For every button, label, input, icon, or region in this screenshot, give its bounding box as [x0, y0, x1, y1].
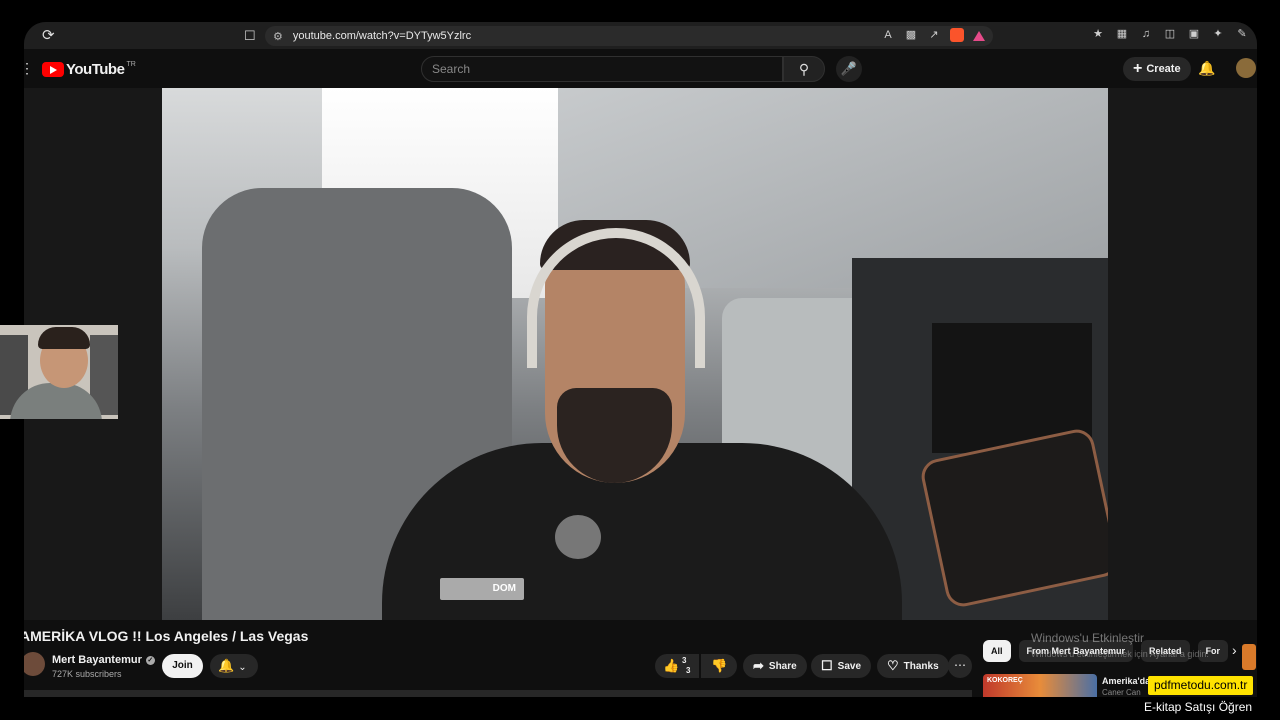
subscriber-count: 727K subscribers	[52, 669, 122, 679]
like-button[interactable]: 👍 3 3	[655, 654, 699, 678]
description-box[interactable]	[24, 690, 972, 697]
picture-in-picture-overlay	[0, 325, 118, 419]
music-icon[interactable]: ♫	[1139, 27, 1153, 41]
voice-search-button[interactable]: 🎤	[836, 56, 862, 82]
plus-icon: +	[1133, 60, 1143, 77]
create-label: Create	[1146, 63, 1181, 75]
lapel-microphone	[555, 515, 601, 559]
youtube-play-icon	[42, 62, 64, 77]
brave-rewards-icon[interactable]	[973, 31, 985, 41]
bell-icon: 🔔	[218, 658, 235, 673]
leo-icon[interactable]: ✦	[1211, 27, 1225, 41]
browser-window: ⟳ ☐ ⚙ youtube.com/watch?v=DYTyw5Yzlrc A …	[24, 22, 1257, 697]
share-page-icon[interactable]: ↗	[927, 28, 941, 42]
video-title: AMERİKA VLOG !! Los Angeles / Las Vegas	[24, 628, 309, 644]
reload-icon[interactable]: ⟳	[42, 28, 58, 44]
country-code: TR	[126, 61, 136, 68]
ad-text: E-kitap Satışı Öğren	[1144, 700, 1253, 714]
ad-site-label: pdfmetodu.com.tr	[1148, 676, 1254, 695]
channel-avatar[interactable]	[24, 652, 45, 676]
sidebar-icon[interactable]: ◫	[1163, 27, 1177, 41]
crypto-wallet-icon[interactable]: ▣	[1187, 27, 1201, 41]
share-button[interactable]: ➦ Share	[743, 654, 807, 678]
logo-text: YouTube	[66, 61, 125, 78]
brave-shield-icon[interactable]	[950, 28, 964, 42]
chevron-right-icon[interactable]: ›	[1232, 642, 1237, 658]
youtube-header: ⋮ YouTube TR Search ⚲ 🎤 + Create 🔔	[24, 50, 1257, 88]
channel-name-text: Mert Bayantemur	[52, 654, 142, 666]
save-button[interactable]: ☐ Save	[811, 654, 872, 678]
chevron-down-icon: ⌄	[238, 662, 247, 673]
windows-activation-title: Windows'u Etkinleştir	[1031, 631, 1144, 645]
pen-icon[interactable]: ✎	[1235, 27, 1249, 41]
account-avatar[interactable]	[1236, 58, 1256, 78]
hoodie-patch: DOM	[440, 578, 524, 600]
join-button[interactable]: Join	[162, 654, 203, 678]
thumbs-down-icon: 👎	[711, 658, 728, 673]
create-button[interactable]: + Create	[1123, 57, 1191, 81]
menu-icon[interactable]: ⋮	[24, 60, 34, 77]
save-label: Save	[837, 661, 862, 672]
youtube-logo[interactable]: YouTube TR	[42, 61, 136, 78]
share-icon: ➦	[753, 658, 764, 673]
search-button[interactable]: ⚲	[783, 56, 825, 82]
thanks-icon: ♡	[887, 658, 899, 673]
thanks-button[interactable]: ♡ Thanks	[877, 654, 949, 678]
cast-icon[interactable]: ▩	[904, 28, 918, 42]
bookmark-save-icon: ☐	[821, 658, 833, 673]
bookmark-icon[interactable]: ☐	[244, 28, 256, 44]
address-bar[interactable]: ⚙ youtube.com/watch?v=DYTyw5Yzlrc A ▩ ↗	[265, 26, 993, 46]
thumbs-up-icon: 👍	[663, 658, 680, 673]
notifications-bell-icon[interactable]: 🔔	[1198, 60, 1215, 77]
channel-name[interactable]: Mert Bayantemur ✓	[52, 654, 155, 666]
more-actions-button[interactable]: ⋯	[948, 654, 972, 678]
pip-person-hair	[38, 327, 90, 349]
search-icon: ⚲	[798, 61, 810, 77]
microphone-icon: 🎤	[840, 61, 858, 76]
video-player[interactable]: DOM	[24, 88, 1257, 670]
share-label: Share	[768, 661, 797, 672]
dislike-button[interactable]: 👎	[701, 654, 737, 678]
chip-all[interactable]: All	[983, 640, 1011, 662]
recommended-channel: Caner Can	[1102, 688, 1141, 697]
site-info-icon[interactable]: ⚙	[273, 30, 283, 43]
recommended-title[interactable]: Amerika'da	[1102, 676, 1150, 686]
windows-activation-sub: Windows'u etkinleştirmek için Ayarlar'a …	[1031, 649, 1209, 659]
search-input[interactable]: Search	[421, 56, 783, 82]
subscription-bell-button[interactable]: 🔔 ⌄	[210, 654, 258, 678]
extensions-icon[interactable]: ★	[1091, 27, 1105, 41]
thanks-label: Thanks	[903, 661, 939, 672]
verified-check-icon: ✓	[145, 655, 155, 665]
like-count-secondary: 3	[686, 666, 691, 675]
video-frame[interactable]: DOM	[162, 88, 1108, 620]
more-icon: ⋯	[954, 658, 966, 672]
recommended-thumbnail-label: KOKOREÇ	[987, 677, 1023, 684]
channel-watermark-icon[interactable]	[1242, 644, 1256, 670]
wallet-icon[interactable]: ▦	[1115, 27, 1129, 41]
url-text: youtube.com/watch?v=DYTyw5Yzlrc	[292, 30, 472, 42]
browser-toolbar: ⟳ ☐ ⚙ youtube.com/watch?v=DYTyw5Yzlrc A …	[24, 22, 1257, 49]
translate-icon[interactable]: A	[881, 28, 895, 42]
